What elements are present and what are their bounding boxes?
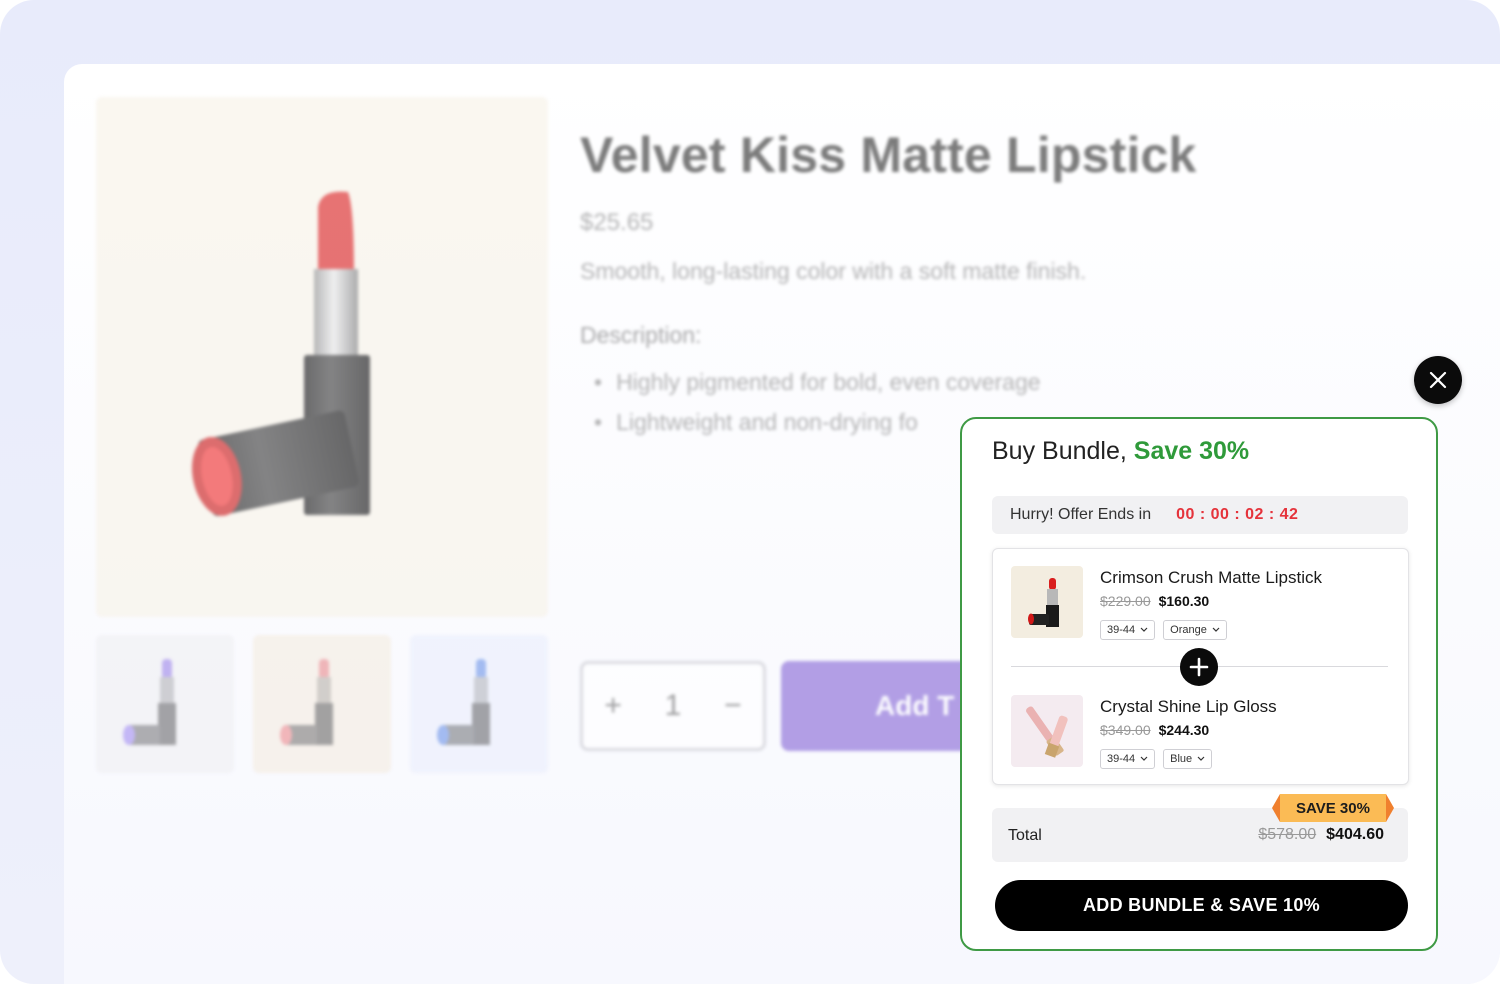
chevron-down-icon <box>1140 627 1148 632</box>
close-icon <box>1429 371 1447 389</box>
total-label: Total <box>1008 827 1042 844</box>
bundle-title-save: Save 30% <box>1133 437 1250 465</box>
bundle-offer-popup: Buy Bundle, Save 30% Hurry! Offer Ends i… <box>960 417 1438 951</box>
size-select[interactable]: 39-44 <box>1100 749 1156 769</box>
qty-plus-button[interactable]: + <box>604 689 622 723</box>
countdown-label: Hurry! Offer Ends in <box>1010 506 1152 523</box>
chevron-down-icon <box>1140 756 1148 761</box>
lipstick-thumb-icon <box>437 659 490 745</box>
size-select-value: 39-44 <box>1107 753 1136 765</box>
qty-value[interactable]: 1 <box>665 689 682 723</box>
item-old-price: $349.00 <box>1100 722 1151 738</box>
bundle-items: Crimson Crush Matte Lipstick $229.00 $160… <box>992 548 1409 785</box>
color-select-value: Blue <box>1170 753 1193 765</box>
total-new-price: $404.60 <box>1326 826 1384 843</box>
item-prices: $229.00 $160.30 <box>1100 593 1209 609</box>
countdown-timer: 00 : 00 : 02 : 42 <box>1176 506 1299 523</box>
lipstick-thumb-icon <box>280 659 333 745</box>
item-options: 39-44 Orange <box>1100 620 1227 640</box>
add-bundle-button[interactable]: ADD BUNDLE & SAVE 10% <box>995 880 1408 931</box>
item-image <box>1011 566 1083 638</box>
save-badge: SAVE 30% <box>1272 794 1394 822</box>
color-select[interactable]: Orange <box>1163 620 1227 640</box>
qty-minus-button[interactable]: − <box>724 689 742 723</box>
item-old-price: $229.00 <box>1100 593 1151 609</box>
product-title: Velvet Kiss Matte Lipstick <box>580 127 1197 183</box>
lipstick-image <box>191 191 370 516</box>
thumbnail-purple[interactable] <box>96 635 234 773</box>
description-heading: Description: <box>580 322 702 348</box>
bundle-item: Crystal Shine Lip Gloss $349.00 $244.30 3… <box>1011 695 1391 775</box>
bundle-item: Crimson Crush Matte Lipstick $229.00 $160… <box>1011 566 1391 646</box>
product-tagline: Smooth, long-lasting color with a soft m… <box>580 258 1087 284</box>
thumbnail-pink[interactable] <box>253 635 391 773</box>
description-bullet: Lightweight and non-drying fo <box>594 409 918 436</box>
item-name: Crimson Crush Matte Lipstick <box>1100 568 1323 587</box>
thumbnail-blue[interactable] <box>410 635 548 773</box>
item-options: 39-44 Blue <box>1100 749 1213 769</box>
lipstick-item-icon <box>1028 578 1059 627</box>
size-select-value: 39-44 <box>1107 624 1136 636</box>
description-bullet: Highly pigmented for bold, even coverage <box>594 369 1040 396</box>
plus-glyph <box>1189 657 1209 677</box>
chevron-down-icon <box>1197 756 1205 761</box>
quantity-stepper: + 1 − <box>580 661 766 751</box>
item-new-price: $244.30 <box>1158 722 1210 738</box>
bundle-title: Buy Bundle, Save 30% <box>992 437 1249 466</box>
close-popup-button[interactable] <box>1414 356 1462 404</box>
item-name: Crystal Shine Lip Gloss <box>1100 697 1277 716</box>
item-new-price: $160.30 <box>1158 593 1210 609</box>
bundle-title-prefix: Buy Bundle, <box>992 437 1134 465</box>
total-prices: $578.00 $404.60 <box>1258 826 1384 844</box>
color-select[interactable]: Blue <box>1163 749 1213 769</box>
countdown-bar: Hurry! Offer Ends in 00 : 00 : 02 : 42 <box>992 496 1408 534</box>
item-prices: $349.00 $244.30 <box>1100 722 1209 738</box>
plus-icon <box>1180 648 1218 686</box>
product-price: $25.65 <box>580 209 654 236</box>
color-select-value: Orange <box>1170 624 1207 636</box>
item-image <box>1011 695 1083 767</box>
lipstick-thumb-icon <box>123 659 176 745</box>
total-old-price: $578.00 <box>1258 826 1317 843</box>
size-select[interactable]: 39-44 <box>1100 620 1156 640</box>
screenshot-stage: Velvet Kiss Matte Lipstick $25.65 Smooth… <box>0 0 1500 984</box>
chevron-down-icon <box>1212 627 1220 632</box>
lip-gloss-item-icon <box>1026 706 1068 758</box>
main-product-image <box>96 97 548 617</box>
